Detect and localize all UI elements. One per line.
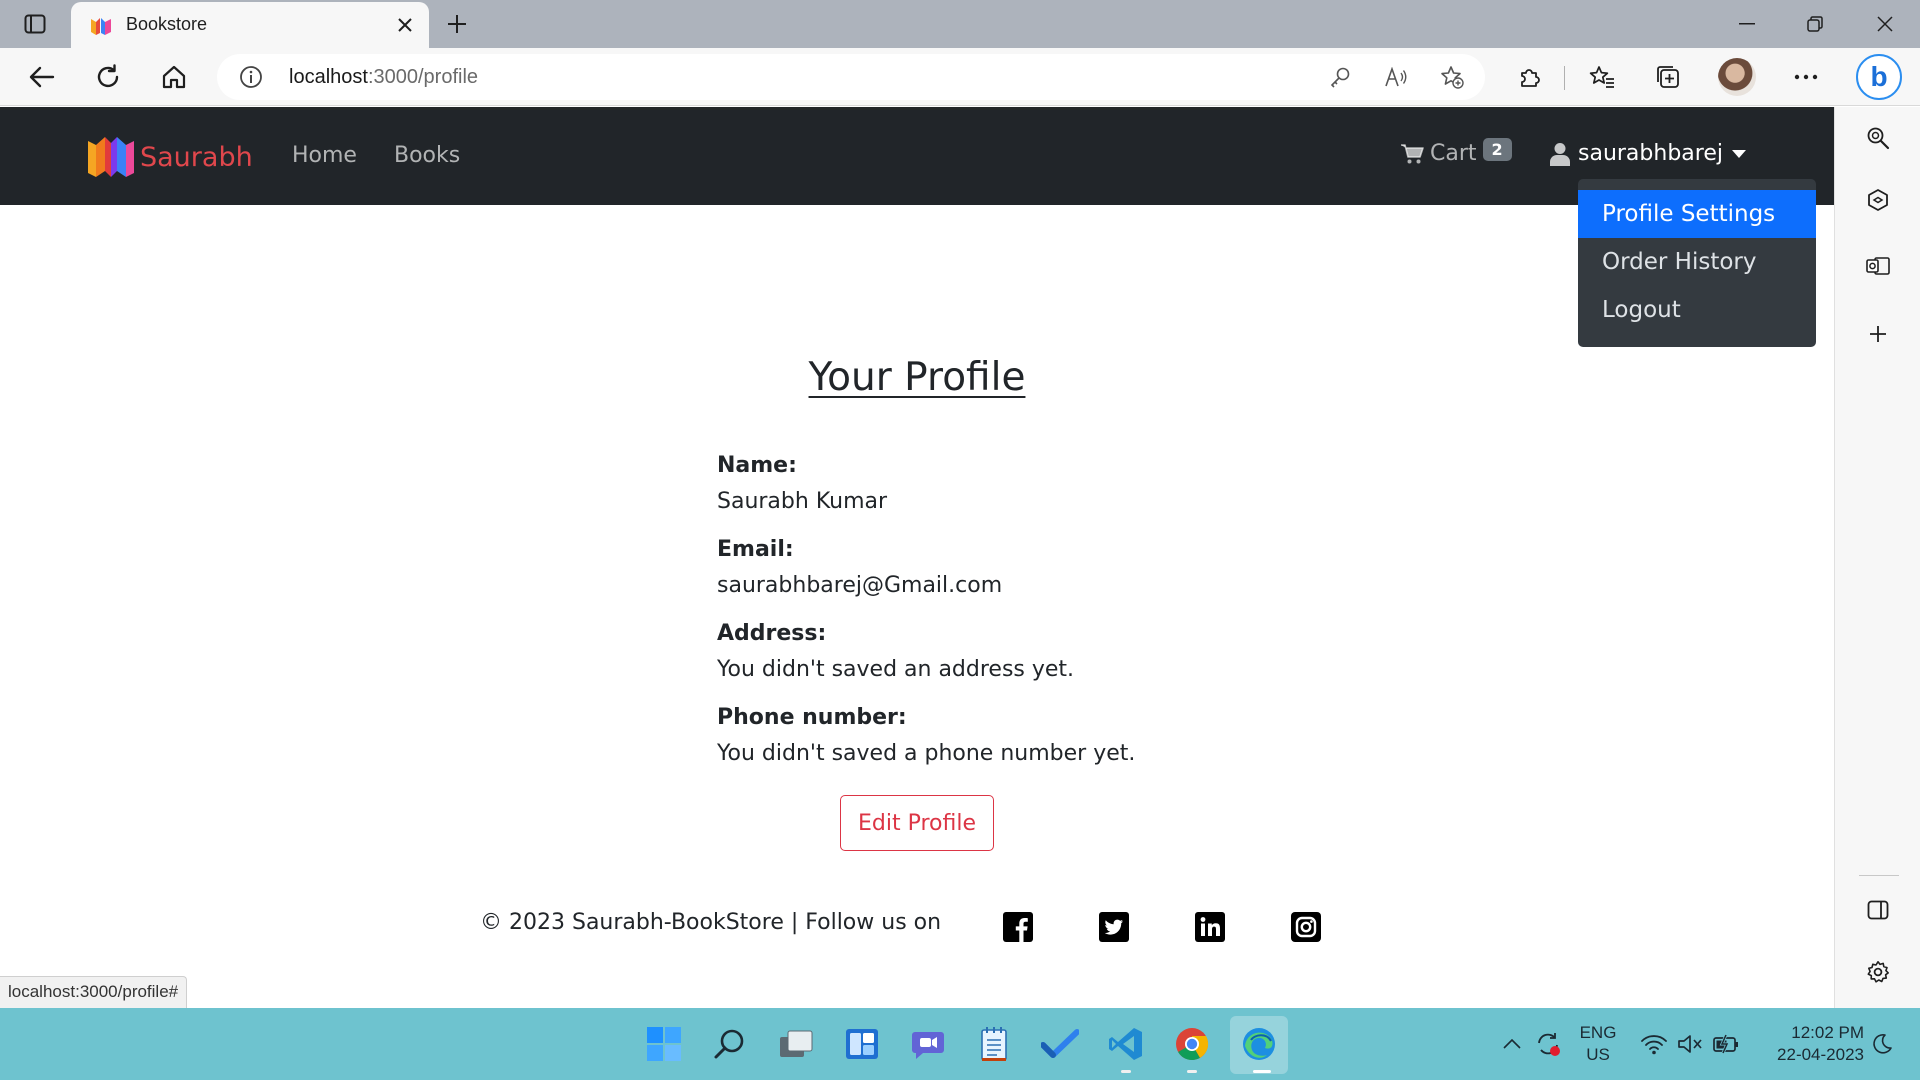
- vscode-icon[interactable]: [1104, 1022, 1148, 1066]
- menu-item-profile-settings[interactable]: Profile Settings: [1578, 190, 1816, 238]
- browser-tab-strip: Bookstore: [0, 0, 1920, 48]
- phone-value: You didn't saved a phone number yet.: [717, 741, 1136, 766]
- footer-copyright: © 2023 Saurabh-BookStore | Follow us on: [480, 910, 942, 935]
- chrome-icon[interactable]: [1170, 1022, 1214, 1066]
- brand-link[interactable]: Saurabh: [86, 133, 253, 181]
- outlook-icon[interactable]: [1861, 249, 1895, 283]
- menu-item-order-history[interactable]: Order History: [1578, 238, 1816, 286]
- tab-close-icon[interactable]: [393, 13, 417, 37]
- language-code: ENG: [1579, 1023, 1617, 1042]
- browser-tab[interactable]: Bookstore: [71, 2, 429, 48]
- cart-link[interactable]: Cart 2: [1400, 138, 1512, 166]
- task-view-icon[interactable]: [774, 1022, 818, 1066]
- twitter-icon[interactable]: [1098, 911, 1130, 943]
- favorites-icon[interactable]: [1584, 60, 1620, 94]
- wifi-icon[interactable]: [1640, 1030, 1668, 1058]
- sidebar-divider: [1859, 875, 1899, 876]
- volume-muted-icon[interactable]: [1676, 1030, 1704, 1058]
- chevron-down-icon: [1731, 149, 1746, 158]
- menu-item-logout[interactable]: Logout: [1578, 286, 1816, 334]
- page-title: Your Profile: [0, 355, 1834, 400]
- phone-label: Phone number:: [717, 705, 907, 730]
- email-value: saurabhbarej@Gmail.com: [717, 573, 1003, 598]
- more-options-icon[interactable]: [1788, 60, 1824, 94]
- cart-label: Cart: [1430, 141, 1477, 166]
- site-navbar: Saurabh Home Books Cart 2 saurabhbarej: [0, 107, 1834, 205]
- active-indicator: [1253, 1070, 1271, 1073]
- edit-profile-button[interactable]: Edit Profile: [840, 795, 994, 851]
- linkedin-icon[interactable]: [1194, 911, 1226, 943]
- status-bar-url: localhost:3000/profile#: [0, 976, 188, 1008]
- page-viewport: Saurabh Home Books Cart 2 saurabhbarej P…: [0, 107, 1834, 1008]
- office-icon[interactable]: [1861, 183, 1895, 217]
- edge-browser-icon[interactable]: [1237, 1022, 1281, 1066]
- site-info-icon[interactable]: [239, 65, 263, 89]
- todo-check-icon[interactable]: [1038, 1022, 1082, 1066]
- toolbar-separator: [1564, 66, 1565, 90]
- battery-charging-icon[interactable]: [1712, 1030, 1740, 1058]
- close-window-icon[interactable]: [1862, 8, 1908, 40]
- cart-count-badge: 2: [1482, 138, 1512, 161]
- teams-chat-icon[interactable]: [906, 1022, 950, 1066]
- back-icon[interactable]: [24, 60, 60, 94]
- page-title-text: Your Profile: [808, 355, 1026, 400]
- focus-moon-icon[interactable]: [1868, 1030, 1896, 1058]
- language-indicator[interactable]: ENG US: [1568, 1022, 1628, 1066]
- address-value: You didn't saved an address yet.: [717, 657, 1075, 682]
- home-icon[interactable]: [156, 60, 192, 94]
- system-clock[interactable]: 12:02 PM 22-04-2023: [1752, 1022, 1864, 1066]
- bookstore-favicon-icon: [91, 18, 111, 35]
- new-tab-icon[interactable]: [442, 10, 472, 38]
- bing-chat-icon[interactable]: b: [1856, 54, 1902, 100]
- add-favorite-icon[interactable]: [1439, 65, 1465, 89]
- add-sidebar-app-icon[interactable]: [1861, 317, 1895, 351]
- search-icon[interactable]: [1861, 121, 1895, 155]
- address-bar[interactable]: localhost:3000/profile: [217, 54, 1485, 100]
- extensions-icon[interactable]: [1512, 60, 1548, 94]
- tab-actions-icon[interactable]: [20, 10, 50, 38]
- address-label: Address:: [717, 621, 827, 646]
- chevron-up-icon[interactable]: [1498, 1030, 1526, 1058]
- taskbar-search-icon[interactable]: [708, 1022, 752, 1066]
- cart-icon: [1401, 143, 1424, 163]
- tab-title: Bookstore: [126, 14, 208, 34]
- browser-toolbar: localhost:3000/profile b: [0, 48, 1920, 106]
- sync-status-icon[interactable]: [1534, 1030, 1562, 1058]
- address-text[interactable]: localhost:3000/profile: [289, 66, 478, 89]
- user-name: saurabhbarej: [1578, 141, 1723, 166]
- address-path: :3000/profile: [367, 66, 479, 88]
- restore-icon[interactable]: [1792, 8, 1838, 40]
- clock-date: 22-04-2023: [1777, 1045, 1864, 1064]
- profile-avatar[interactable]: [1718, 58, 1756, 96]
- notepad-icon[interactable]: [972, 1022, 1016, 1066]
- nav-link-books[interactable]: Books: [394, 143, 460, 168]
- brand-name: Saurabh: [140, 141, 253, 173]
- windows-taskbar: ENG US 12:02 PM 22-04-2023: [0, 1008, 1920, 1080]
- sidebar-toggle-icon[interactable]: [1861, 893, 1895, 927]
- nav-link-home[interactable]: Home: [292, 143, 357, 168]
- windows-start-icon[interactable]: [642, 1022, 686, 1066]
- password-key-icon[interactable]: [1327, 65, 1353, 89]
- user-menu-toggle[interactable]: saurabhbarej: [1550, 141, 1746, 166]
- running-indicator: [1121, 1070, 1131, 1073]
- minimize-icon[interactable]: [1724, 8, 1770, 40]
- read-aloud-icon[interactable]: [1383, 65, 1409, 89]
- user-icon: [1550, 142, 1570, 166]
- clock-time: 12:02 PM: [1791, 1023, 1864, 1042]
- refresh-icon[interactable]: [90, 60, 126, 94]
- region-code: US: [1586, 1045, 1610, 1064]
- running-indicator: [1187, 1070, 1197, 1073]
- email-label: Email:: [717, 537, 794, 562]
- settings-gear-icon[interactable]: [1861, 955, 1895, 989]
- user-dropdown-menu: Profile Settings Order History Logout: [1578, 179, 1816, 347]
- address-host: localhost: [289, 66, 368, 88]
- bookstore-logo-icon: [88, 137, 134, 177]
- collections-icon[interactable]: [1650, 60, 1686, 94]
- browser-sidebar: [1834, 107, 1920, 1008]
- name-label: Name:: [717, 453, 797, 478]
- instagram-icon[interactable]: [1290, 911, 1322, 943]
- widgets-icon[interactable]: [840, 1022, 884, 1066]
- facebook-icon[interactable]: [1002, 911, 1034, 943]
- name-value: Saurabh Kumar: [717, 489, 888, 514]
